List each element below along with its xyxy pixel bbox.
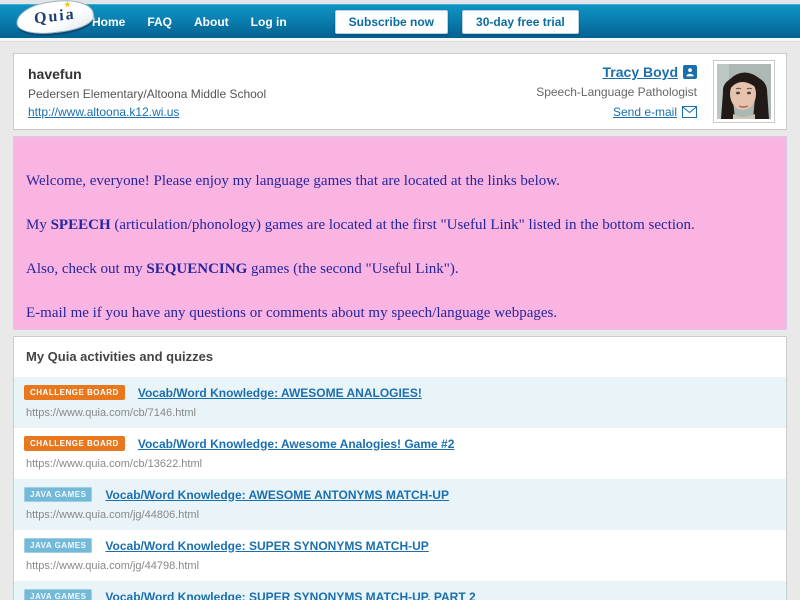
activity-row: CHALLENGE BOARD Vocab/Word Knowledge: Aw… — [14, 428, 786, 479]
activity-url: https://www.quia.com/jg/44806.html — [26, 509, 200, 521]
profile-username: havefun — [28, 66, 82, 82]
activity-title-link[interactable]: Vocab/Word Knowledge: SUPER SYNONYMS MAT… — [105, 590, 475, 600]
activity-row: JAVA GAMES Vocab/Word Knowledge: SUPER S… — [14, 581, 786, 600]
activity-row: CHALLENGE BOARD Vocab/Word Knowledge: AW… — [14, 377, 786, 428]
java-games-badge: JAVA GAMES — [24, 538, 93, 553]
profile-left: havefun Pedersen Elementary/Altoona Midd… — [28, 64, 536, 119]
activity-url: https://www.quia.com/cb/7146.html — [26, 407, 196, 419]
main-nav: Home FAQ About Log in — [92, 15, 287, 29]
profile-role: Speech-Language Pathologist — [536, 85, 697, 99]
java-games-badge: JAVA GAMES — [24, 487, 93, 502]
site-header: Quia ★ Home FAQ About Log in Subscribe n… — [0, 0, 800, 38]
star-icon: ★ — [62, 0, 73, 10]
person-icon — [683, 65, 697, 79]
welcome-panel: Welcome, everyone! Please enjoy my langu… — [13, 136, 787, 330]
challenge-board-badge: CHALLENGE BOARD — [24, 436, 125, 451]
header-divider — [0, 38, 800, 42]
profile-right: Tracy Boyd Speech-Language Pathologist S… — [536, 64, 697, 119]
envelope-icon — [682, 106, 697, 118]
nav-about[interactable]: About — [194, 15, 229, 29]
challenge-board-badge: CHALLENGE BOARD — [24, 385, 125, 400]
quia-logo[interactable]: Quia ★ — [14, 0, 96, 38]
activity-title-link[interactable]: Vocab/Word Knowledge: AWESOME ANTONYMS M… — [105, 488, 449, 502]
welcome-paragraph-1: Welcome, everyone! Please enjoy my langu… — [26, 173, 560, 189]
profile-school: Pedersen Elementary/Altoona Middle Schoo… — [28, 87, 267, 101]
subscribe-now-button[interactable]: Subscribe now — [334, 9, 449, 34]
profile-photo — [713, 60, 775, 123]
activity-url: https://www.quia.com/jg/44798.html — [26, 560, 200, 572]
activity-title-link[interactable]: Vocab/Word Knowledge: SUPER SYNONYMS MAT… — [105, 539, 428, 553]
activity-url: https://www.quia.com/cb/13622.html — [26, 458, 203, 470]
welcome-paragraph-2: My SPEECH (articulation/phonology) games… — [26, 217, 695, 233]
activity-title-link[interactable]: Vocab/Word Knowledge: Awesome Analogies!… — [138, 437, 455, 451]
welcome-paragraph-3: Also, check out my SEQUENCING games (the… — [26, 261, 459, 277]
profile-website-link[interactable]: http://www.altoona.k12.wi.us — [28, 105, 179, 119]
activity-row: JAVA GAMES Vocab/Word Knowledge: SUPER S… — [14, 530, 786, 581]
profile-name-link[interactable]: Tracy Boyd — [603, 64, 678, 80]
nav-faq[interactable]: FAQ — [147, 15, 172, 29]
activities-card: My Quia activities and quizzes CHALLENGE… — [13, 336, 787, 600]
profile-card: havefun Pedersen Elementary/Altoona Midd… — [13, 53, 787, 130]
activity-row: JAVA GAMES Vocab/Word Knowledge: AWESOME… — [14, 479, 786, 530]
nav-home[interactable]: Home — [92, 15, 125, 29]
nav-log-in[interactable]: Log in — [251, 15, 287, 29]
java-games-badge: JAVA GAMES — [24, 589, 93, 600]
send-email-link[interactable]: Send e-mail — [613, 105, 677, 119]
activities-heading: My Quia activities and quizzes — [26, 349, 214, 364]
free-trial-button[interactable]: 30-day free trial — [462, 9, 579, 34]
welcome-paragraph-4: E-mail me if you have any questions or c… — [26, 305, 558, 321]
activity-title-link[interactable]: Vocab/Word Knowledge: AWESOME ANALOGIES! — [138, 386, 422, 400]
